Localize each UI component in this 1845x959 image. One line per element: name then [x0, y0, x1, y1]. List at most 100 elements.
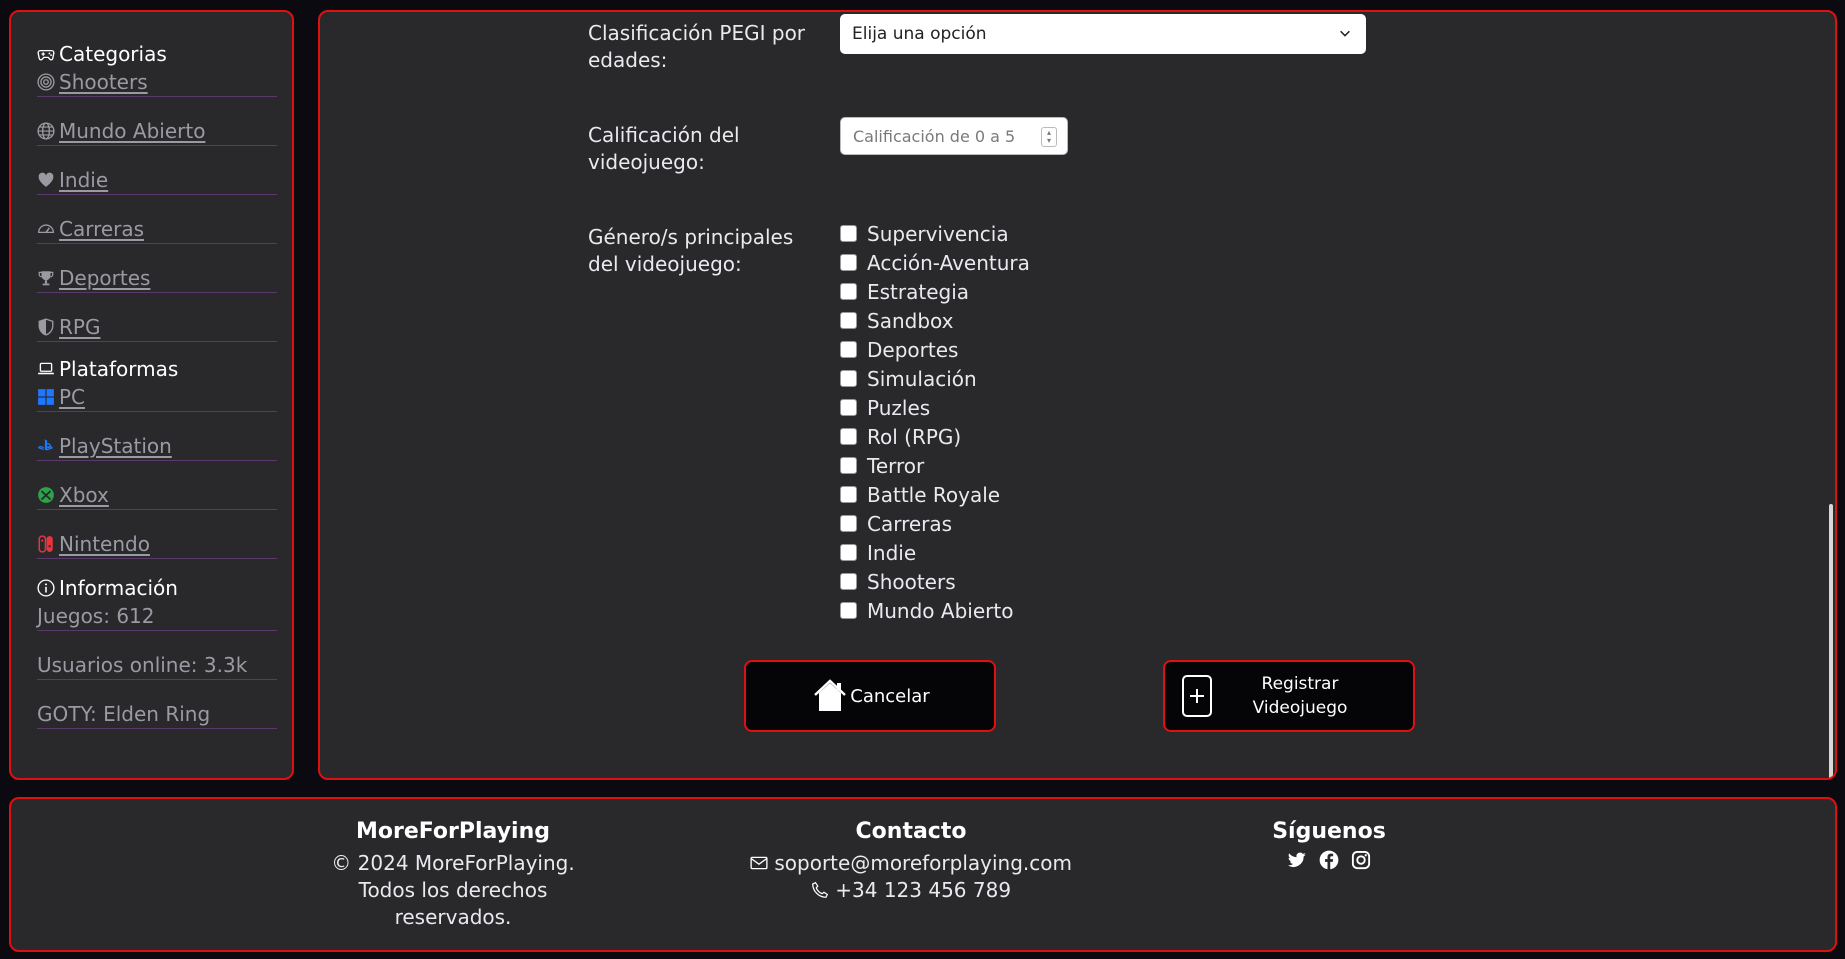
sidebar-item-rpg[interactable]: RPG [37, 313, 277, 342]
platforms-title: Plataformas [59, 357, 179, 381]
genre-checkbox-row[interactable]: Indie [840, 538, 1030, 567]
globe-icon [37, 122, 55, 140]
genre-checkbox[interactable] [840, 254, 857, 271]
facebook-icon[interactable] [1319, 850, 1339, 870]
sidebar-item-label: Shooters [59, 70, 148, 94]
footer-contact: Contacto soporte@moreforplaying.com +34 … [736, 819, 1086, 904]
envelope-icon [750, 856, 768, 870]
genre-label: Sandbox [867, 308, 954, 333]
genre-checkbox[interactable] [840, 486, 857, 503]
sidebar-item-xbox[interactable]: Xbox [37, 481, 277, 510]
pegi-select[interactable]: Elija una opción [840, 14, 1366, 54]
genre-label: Simulación [867, 366, 977, 391]
genre-checkbox-row[interactable]: Rol (RPG) [840, 422, 1030, 451]
genre-label: Terror [867, 453, 925, 478]
genre-checkbox[interactable] [840, 515, 857, 532]
sidebar-item-pc[interactable]: PC [37, 383, 277, 412]
rating-input[interactable]: Calificación de 0 a 5 ▴ ▾ [840, 117, 1068, 155]
sidebar-item-label: Carreras [59, 217, 145, 241]
categories-title: Categorias [59, 42, 167, 66]
sidebar-item-mundo-abierto[interactable]: Mundo Abierto [37, 117, 277, 146]
footer-email[interactable]: soporte@moreforplaying.com [736, 850, 1086, 877]
genre-checkbox[interactable] [840, 312, 857, 329]
plus-square-icon [1182, 675, 1212, 717]
playstation-icon [37, 437, 55, 455]
sidebar: Categorias Shooters Mundo Abierto Indie … [9, 10, 294, 780]
cancel-label: Cancelar [850, 685, 930, 707]
sidebar-item-deportes[interactable]: Deportes [37, 264, 277, 293]
register-game-button[interactable]: Registrar Videojuego [1163, 660, 1415, 732]
genre-checkbox-row[interactable]: Carreras [840, 509, 1030, 538]
footer-phone-text: +34 123 456 789 [835, 878, 1012, 902]
genre-label: Deportes [867, 337, 959, 362]
footer-contact-title: Contacto [855, 819, 967, 844]
genre-checkbox-row[interactable]: Puzles [840, 393, 1030, 422]
genres-label: Género/s principales del videojuego: [588, 225, 794, 276]
genre-label: Carreras [867, 511, 953, 536]
genre-label: Puzles [867, 395, 931, 420]
info-title: Información [59, 576, 178, 600]
gamepad-icon [37, 45, 55, 63]
platforms-header: Plataformas [37, 355, 277, 383]
sidebar-item-label: PC [59, 385, 86, 409]
pegi-label: Clasificación PEGI por edades: [588, 21, 806, 72]
genre-label: Supervivencia [867, 221, 1009, 246]
number-stepper[interactable]: ▴ ▾ [1041, 127, 1057, 147]
info-icon [37, 579, 55, 597]
sidebar-item-label: PlayStation [59, 434, 172, 458]
sidebar-item-label: Deportes [59, 266, 151, 290]
categories-header: Categorias [37, 40, 277, 68]
chevron-down-icon [1340, 30, 1350, 37]
genre-checkbox[interactable] [840, 399, 857, 416]
cancel-button[interactable]: Cancelar [744, 660, 996, 732]
sidebar-item-playstation[interactable]: PlayStation [37, 432, 277, 461]
genre-checkbox-row[interactable]: Battle Royale [840, 480, 1030, 509]
genre-label: Rol (RPG) [867, 424, 962, 449]
genre-checkbox[interactable] [840, 341, 857, 358]
footer-email-text: soporte@moreforplaying.com [774, 851, 1072, 875]
genre-label: Battle Royale [867, 482, 1001, 507]
sidebar-item-nintendo[interactable]: Nintendo [37, 530, 277, 559]
genre-checkbox-row[interactable]: Supervivencia [840, 219, 1030, 248]
genre-checkbox[interactable] [840, 602, 857, 619]
genre-checkbox[interactable] [840, 573, 857, 590]
genre-checkbox[interactable] [840, 225, 857, 242]
genres-checkbox-list: Supervivencia Acción-Aventura Estrategia Sa… [840, 219, 1030, 625]
home-icon [814, 679, 847, 711]
footer: MoreForPlaying © 2024 MoreForPlaying. To… [9, 797, 1837, 952]
windows-icon [37, 388, 55, 406]
genre-checkbox-row[interactable]: Terror [840, 451, 1030, 480]
twitter-icon[interactable] [1287, 850, 1307, 870]
genre-checkbox[interactable] [840, 457, 857, 474]
scrollbar[interactable] [1829, 504, 1833, 778]
sidebar-item-shooters[interactable]: Shooters [37, 68, 277, 97]
genre-checkbox-row[interactable]: Shooters [840, 567, 1030, 596]
genre-checkbox-row[interactable]: Deportes [840, 335, 1030, 364]
trophy-icon [37, 269, 55, 287]
sidebar-item-indie[interactable]: Indie [37, 166, 277, 195]
genre-checkbox-row[interactable]: Estrategia [840, 277, 1030, 306]
genre-checkbox[interactable] [840, 283, 857, 300]
sidebar-item-label: RPG [59, 315, 101, 339]
genre-checkbox[interactable] [840, 544, 857, 561]
info-text: Usuarios online: 3.3k [37, 653, 248, 677]
social-links [1229, 850, 1429, 870]
genre-checkbox-row[interactable]: Mundo Abierto [840, 596, 1030, 625]
info-games-count: Juegos: 612 [37, 602, 277, 631]
shield-icon [37, 318, 55, 336]
speedometer-icon [37, 220, 55, 238]
pegi-selected-value: Elija una opción [852, 24, 987, 44]
genre-checkbox-row[interactable]: Simulación [840, 364, 1030, 393]
genre-checkbox[interactable] [840, 428, 857, 445]
genre-label: Acción-Aventura [867, 250, 1030, 275]
genre-checkbox-row[interactable]: Sandbox [840, 306, 1030, 335]
genre-checkbox-row[interactable]: Acción-Aventura [840, 248, 1030, 277]
sidebar-item-label: Xbox [59, 483, 109, 507]
categories-section: Categorias Shooters Mundo Abierto Indie … [37, 40, 277, 362]
info-header: Información [37, 574, 277, 602]
genre-checkbox[interactable] [840, 370, 857, 387]
sidebar-item-carreras[interactable]: Carreras [37, 215, 277, 244]
genre-label: Mundo Abierto [867, 598, 1014, 623]
instagram-icon[interactable] [1351, 850, 1371, 870]
footer-phone[interactable]: +34 123 456 789 [736, 877, 1086, 904]
